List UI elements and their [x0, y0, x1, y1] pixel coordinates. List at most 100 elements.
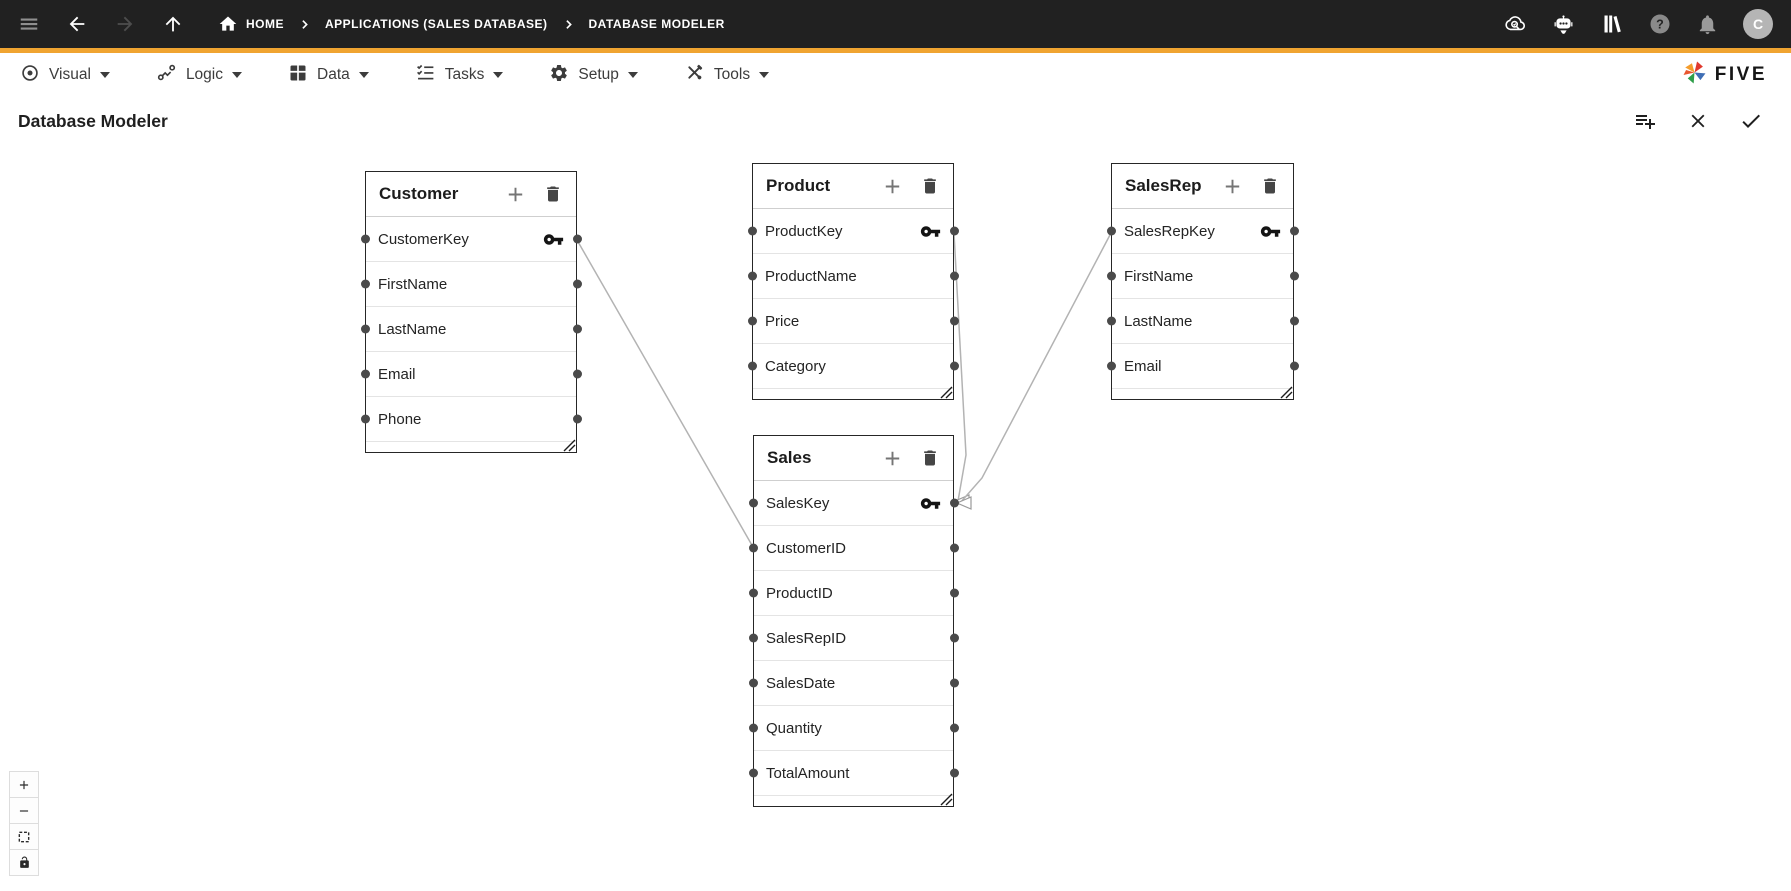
- field-row-productname[interactable]: ProductName: [747, 254, 959, 299]
- field-name: LastName: [378, 320, 447, 338]
- entity-table-salesrep[interactable]: SalesRep SalesRepKey FirstName LastName Emai…: [1106, 163, 1299, 400]
- zoom-out-button[interactable]: [9, 797, 39, 824]
- key-icon: [920, 221, 941, 242]
- connection-point-left[interactable]: [360, 369, 370, 379]
- table-header[interactable]: Product: [753, 164, 953, 209]
- field-row-productid[interactable]: ProductID: [748, 571, 959, 616]
- delete-table-button[interactable]: [1260, 176, 1280, 196]
- zoom-in-button[interactable]: [9, 771, 39, 798]
- modeler-canvas[interactable]: Customer CustomerKey FirstName LastName Emai…: [0, 0, 1791, 891]
- connection-point-left[interactable]: [748, 588, 758, 598]
- resize-handle[interactable]: [940, 793, 953, 806]
- field-row-lastname[interactable]: LastName: [360, 307, 582, 352]
- connection-point-right[interactable]: [949, 723, 959, 733]
- connection-point-left[interactable]: [748, 723, 758, 733]
- connection-point-right[interactable]: [949, 768, 959, 778]
- connection-point-left[interactable]: [747, 226, 757, 236]
- connection-point-left[interactable]: [748, 633, 758, 643]
- field-row-customerid[interactable]: CustomerID: [748, 526, 959, 571]
- connection-point-right[interactable]: [949, 316, 959, 326]
- connection-point-right[interactable]: [1289, 361, 1299, 371]
- connection-point-right[interactable]: [572, 279, 582, 289]
- field-name: FirstName: [1124, 267, 1194, 285]
- table-header[interactable]: Customer: [366, 172, 576, 217]
- add-field-button[interactable]: [881, 175, 904, 198]
- add-field-button[interactable]: [1221, 175, 1244, 198]
- field-row-email[interactable]: Email: [1106, 344, 1299, 389]
- field-row-price[interactable]: Price: [747, 299, 959, 344]
- relationship-line[interactable]: [576, 239, 754, 548]
- delete-table-button[interactable]: [543, 184, 563, 204]
- canvas-zoom-controls: [9, 771, 39, 876]
- connection-point-right[interactable]: [572, 414, 582, 424]
- connection-point-left[interactable]: [360, 414, 370, 424]
- connection-point-right[interactable]: [1289, 226, 1299, 236]
- field-row-firstname[interactable]: FirstName: [1106, 254, 1299, 299]
- field-row-lastname[interactable]: LastName: [1106, 299, 1299, 344]
- field-row-email[interactable]: Email: [360, 352, 582, 397]
- connection-point-left[interactable]: [1106, 226, 1116, 236]
- field-row-category[interactable]: Category: [747, 344, 959, 389]
- connection-point-left[interactable]: [360, 234, 370, 244]
- connection-point-left[interactable]: [748, 498, 758, 508]
- connection-point-left[interactable]: [747, 271, 757, 281]
- field-row-phone[interactable]: Phone: [360, 397, 582, 442]
- connection-point-right[interactable]: [949, 543, 959, 553]
- field-name: Price: [765, 312, 800, 330]
- fit-view-button[interactable]: [9, 823, 39, 850]
- field-name: CustomerKey: [378, 230, 469, 248]
- field-name: Quantity: [766, 719, 822, 737]
- field-name: SalesKey: [766, 494, 830, 512]
- field-row-saleskey[interactable]: SalesKey: [748, 481, 959, 526]
- field-row-totalamount[interactable]: TotalAmount: [748, 751, 959, 796]
- connection-point-left[interactable]: [1106, 271, 1116, 281]
- field-name: Phone: [378, 410, 422, 428]
- field-row-salesrepid[interactable]: SalesRepID: [748, 616, 959, 661]
- field-row-productkey[interactable]: ProductKey: [747, 209, 959, 254]
- connection-point-right[interactable]: [949, 361, 959, 371]
- connection-point-right[interactable]: [949, 226, 959, 236]
- add-field-button[interactable]: [504, 183, 527, 206]
- entity-table-sales[interactable]: Sales SalesKey CustomerID ProductID SalesRep…: [748, 435, 959, 807]
- connection-point-right[interactable]: [1289, 271, 1299, 281]
- connection-point-left[interactable]: [748, 768, 758, 778]
- field-name: SalesRepKey: [1124, 222, 1215, 240]
- connection-point-left[interactable]: [747, 361, 757, 371]
- connection-point-right[interactable]: [949, 498, 959, 508]
- connection-point-left[interactable]: [360, 279, 370, 289]
- resize-handle[interactable]: [940, 386, 953, 399]
- entity-table-customer[interactable]: Customer CustomerKey FirstName LastName Emai…: [360, 171, 582, 453]
- field-row-salesdate[interactable]: SalesDate: [748, 661, 959, 706]
- connection-point-right[interactable]: [949, 678, 959, 688]
- resize-handle[interactable]: [1280, 386, 1293, 399]
- field-name: SalesDate: [766, 674, 836, 692]
- add-field-button[interactable]: [881, 447, 904, 470]
- relationship-line[interactable]: [959, 232, 1112, 504]
- connection-point-right[interactable]: [949, 271, 959, 281]
- connection-point-right[interactable]: [1289, 316, 1299, 326]
- resize-handle[interactable]: [563, 439, 576, 452]
- connection-point-right[interactable]: [572, 324, 582, 334]
- connection-point-left[interactable]: [1106, 361, 1116, 371]
- entity-table-product[interactable]: Product ProductKey ProductName Price Categor…: [747, 163, 959, 400]
- connection-point-right[interactable]: [572, 369, 582, 379]
- connection-point-right[interactable]: [949, 588, 959, 598]
- lock-open-button[interactable]: [9, 849, 39, 876]
- field-row-customerkey[interactable]: CustomerKey: [360, 217, 582, 262]
- connection-point-left[interactable]: [1106, 316, 1116, 326]
- connection-point-left[interactable]: [360, 324, 370, 334]
- connection-point-right[interactable]: [949, 633, 959, 643]
- connection-point-left[interactable]: [748, 678, 758, 688]
- field-name: LastName: [1124, 312, 1193, 330]
- table-header[interactable]: SalesRep: [1112, 164, 1293, 209]
- field-row-firstname[interactable]: FirstName: [360, 262, 582, 307]
- connection-point-left[interactable]: [747, 316, 757, 326]
- delete-table-button[interactable]: [920, 176, 940, 196]
- field-row-quantity[interactable]: Quantity: [748, 706, 959, 751]
- delete-table-button[interactable]: [920, 448, 940, 468]
- table-header[interactable]: Sales: [754, 436, 953, 481]
- table-title: SalesRep: [1125, 176, 1202, 195]
- connection-point-right[interactable]: [572, 234, 582, 244]
- field-row-salesrepkey[interactable]: SalesRepKey: [1106, 209, 1299, 254]
- connection-point-left[interactable]: [748, 543, 758, 553]
